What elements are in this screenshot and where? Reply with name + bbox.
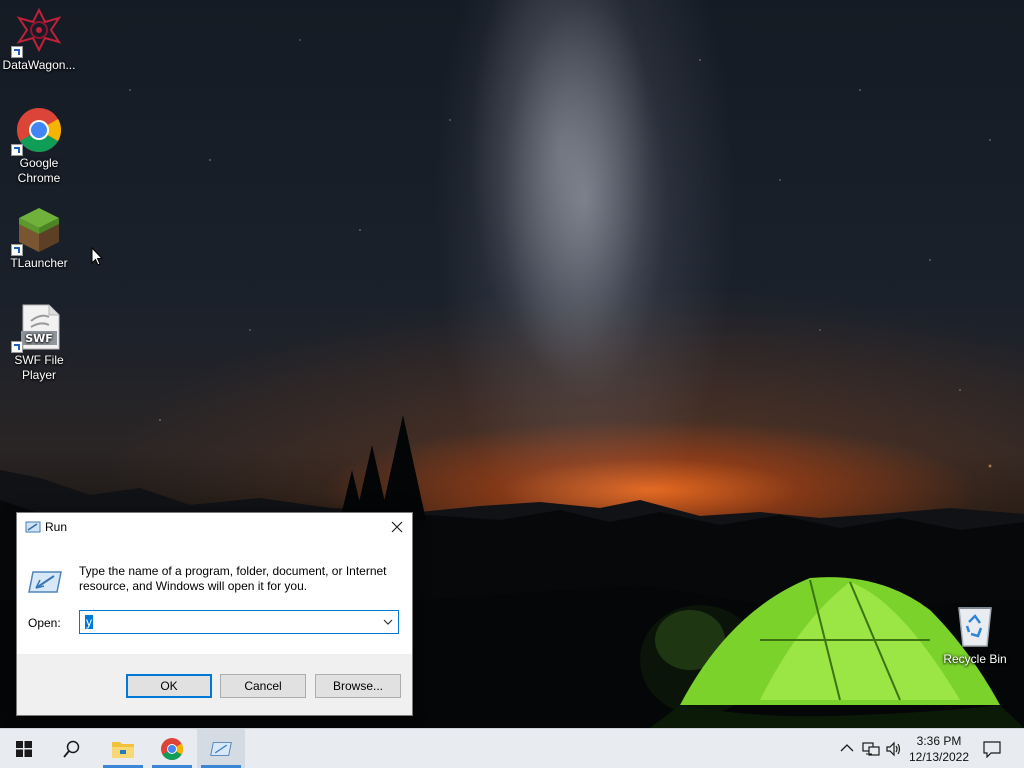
show-hidden-icons-button[interactable] — [836, 729, 858, 768]
desktop-icon-swf-file-player[interactable]: SWF SWF File Player — [1, 303, 77, 383]
file-explorer-icon — [112, 742, 134, 758]
run-dialog-titlebar[interactable]: Run — [17, 513, 412, 542]
clock[interactable]: 3:36 PM 12/13/2022 — [905, 733, 973, 765]
desktop-icon-label: Google Chrome — [17, 156, 61, 185]
shortcut-arrow-icon — [11, 244, 23, 256]
open-combobox[interactable]: y — [79, 610, 399, 634]
close-icon[interactable] — [388, 518, 406, 536]
desktop-icon-label: SWF File Player — [14, 353, 64, 382]
volume-button[interactable] — [883, 729, 905, 768]
desktop-icon-google-chrome[interactable]: Google Chrome — [1, 106, 77, 186]
svg-text:SWF: SWF — [25, 332, 53, 345]
mouse-cursor-icon — [91, 247, 103, 266]
desktop-icon-datawagon[interactable]: DataWagon... — [1, 7, 77, 73]
run-icon — [28, 571, 62, 593]
taskbar-chrome[interactable] — [148, 729, 196, 768]
search-button[interactable] — [48, 729, 96, 768]
taskbar-file-explorer[interactable] — [99, 729, 147, 768]
shortcut-arrow-icon — [11, 46, 23, 58]
speaker-icon — [886, 741, 901, 757]
swf-file-icon: SWF — [11, 303, 63, 353]
cancel-button[interactable]: Cancel — [220, 674, 306, 698]
taskbar: 3:36 PM 12/13/2022 — [0, 728, 1024, 768]
search-icon — [63, 740, 80, 758]
open-input-value[interactable]: y — [85, 615, 93, 629]
clock-date: 12/13/2022 — [908, 750, 970, 764]
run-dialog: Run Type the name of a program, folder, … — [16, 512, 413, 716]
minecraft-grass-block-icon — [11, 206, 63, 256]
network-button[interactable] — [860, 729, 882, 768]
notification-icon — [983, 741, 1001, 758]
desktop-icon-label: Recycle Bin — [943, 652, 1007, 666]
run-icon — [210, 742, 232, 756]
network-icon — [862, 742, 880, 756]
chrome-icon — [11, 106, 63, 156]
desktop-icon-tlauncher[interactable]: TLauncher — [1, 206, 77, 271]
run-dialog-title: Run — [45, 520, 68, 534]
browse-button[interactable]: Browse... — [315, 674, 401, 698]
clock-time: 3:36 PM — [916, 734, 962, 748]
action-center-button[interactable] — [980, 729, 1004, 768]
chrome-icon — [161, 738, 183, 760]
desktop-icon-label: TLauncher — [10, 256, 68, 270]
start-icon — [16, 741, 32, 757]
chevron-down-icon[interactable] — [380, 614, 396, 630]
chevron-up-icon — [840, 744, 854, 752]
start-button[interactable] — [0, 729, 48, 768]
desktop-icon-label: DataWagon... — [2, 58, 76, 72]
recycle-bin-icon — [951, 602, 999, 650]
datawagon-icon — [11, 7, 63, 58]
run-dialog-body: Type the name of a program, folder, docu… — [17, 542, 412, 654]
ok-button[interactable]: OK — [126, 674, 212, 698]
taskbar-run[interactable] — [197, 729, 245, 768]
shortcut-arrow-icon — [11, 144, 23, 156]
desktop-icon-recycle-bin[interactable]: Recycle Bin — [937, 602, 1013, 667]
shortcut-arrow-icon — [11, 341, 23, 353]
open-label: Open: — [28, 616, 61, 630]
run-dialog-footer: OK Cancel Browse... — [17, 654, 412, 715]
run-icon — [25, 521, 41, 533]
run-dialog-description: Type the name of a program, folder, docu… — [79, 564, 387, 593]
